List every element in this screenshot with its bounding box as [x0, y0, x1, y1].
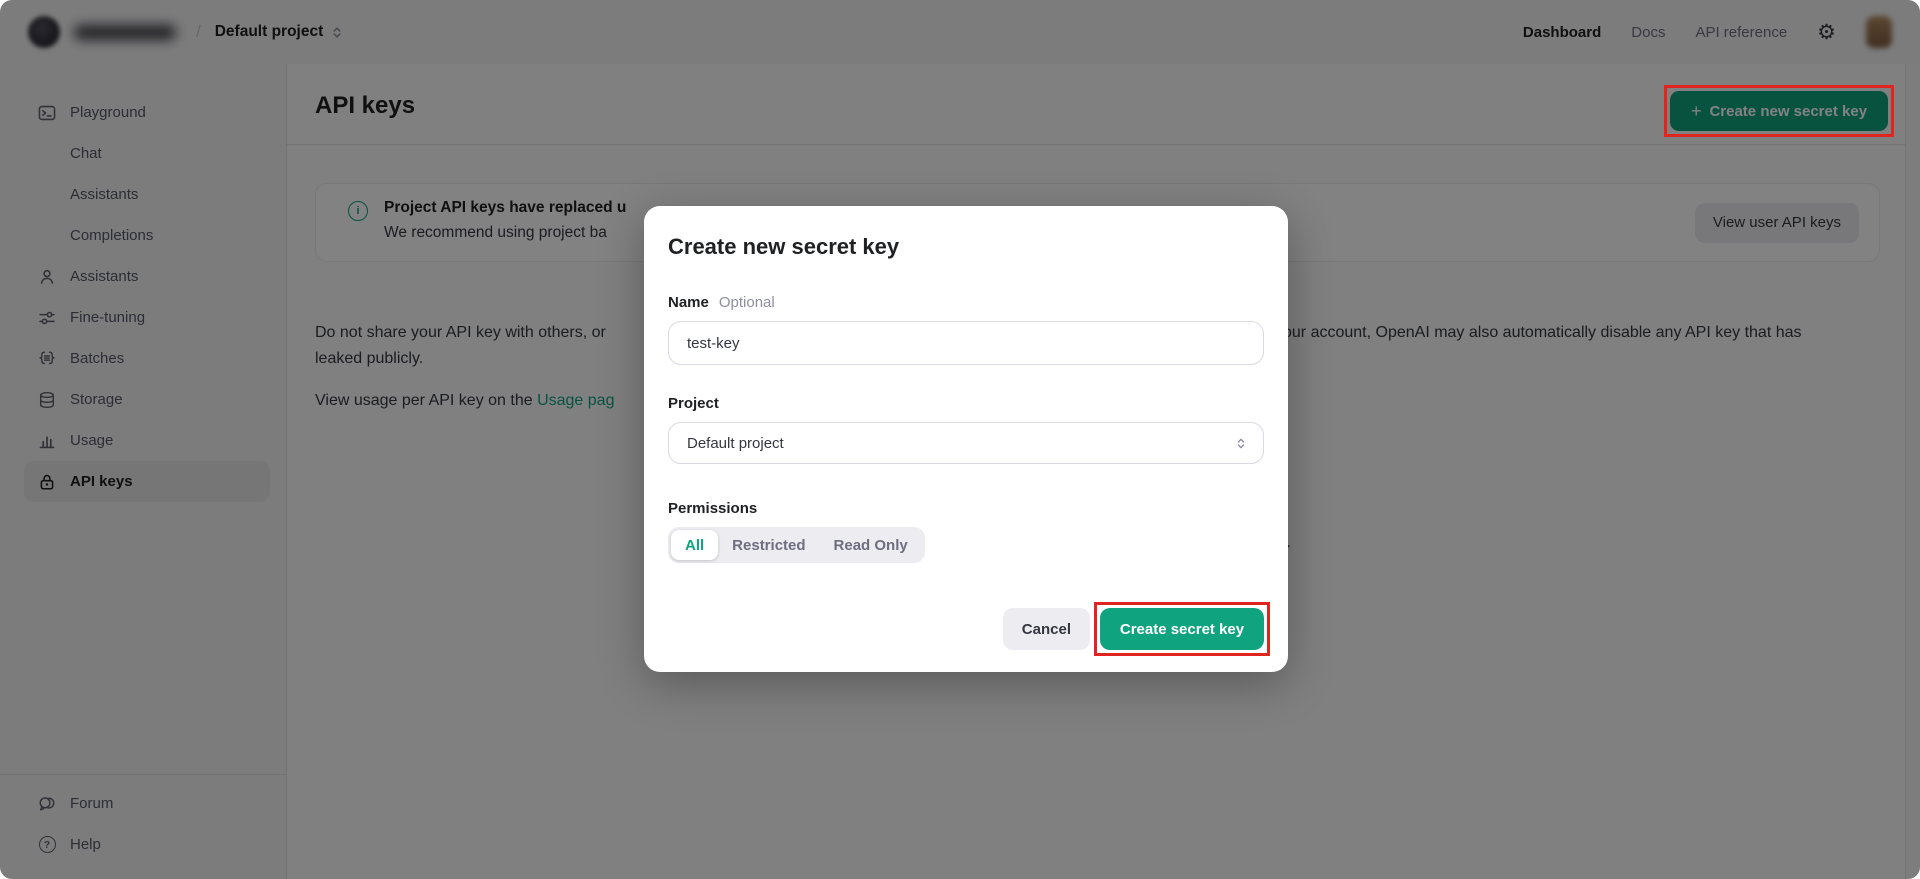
- create-secret-key-button[interactable]: Create secret key: [1100, 608, 1264, 650]
- chevron-updown-icon: [1235, 437, 1247, 450]
- project-select[interactable]: Default project: [668, 422, 1264, 464]
- name-field-label-row: Name Optional: [668, 294, 1264, 311]
- project-label: Project: [668, 395, 1264, 412]
- key-name-input[interactable]: [668, 321, 1264, 365]
- permissions-option-read-only[interactable]: Read Only: [820, 530, 922, 560]
- create-secret-key-modal: Create new secret key Name Optional Proj…: [644, 206, 1288, 672]
- permissions-option-restricted[interactable]: Restricted: [718, 530, 819, 560]
- permissions-segmented-control: All Restricted Read Only: [668, 527, 925, 563]
- permissions-label: Permissions: [668, 500, 1264, 517]
- modal-footer: Cancel Create secret key: [1003, 608, 1264, 650]
- app-window: / Default project Dashboard Docs API ref…: [0, 0, 1920, 879]
- name-label: Name: [668, 294, 709, 311]
- project-select-value: Default project: [687, 435, 784, 452]
- cancel-button[interactable]: Cancel: [1003, 608, 1090, 650]
- name-optional-hint: Optional: [719, 294, 775, 311]
- modal-title: Create new secret key: [668, 234, 1264, 260]
- permissions-option-all[interactable]: All: [671, 530, 718, 560]
